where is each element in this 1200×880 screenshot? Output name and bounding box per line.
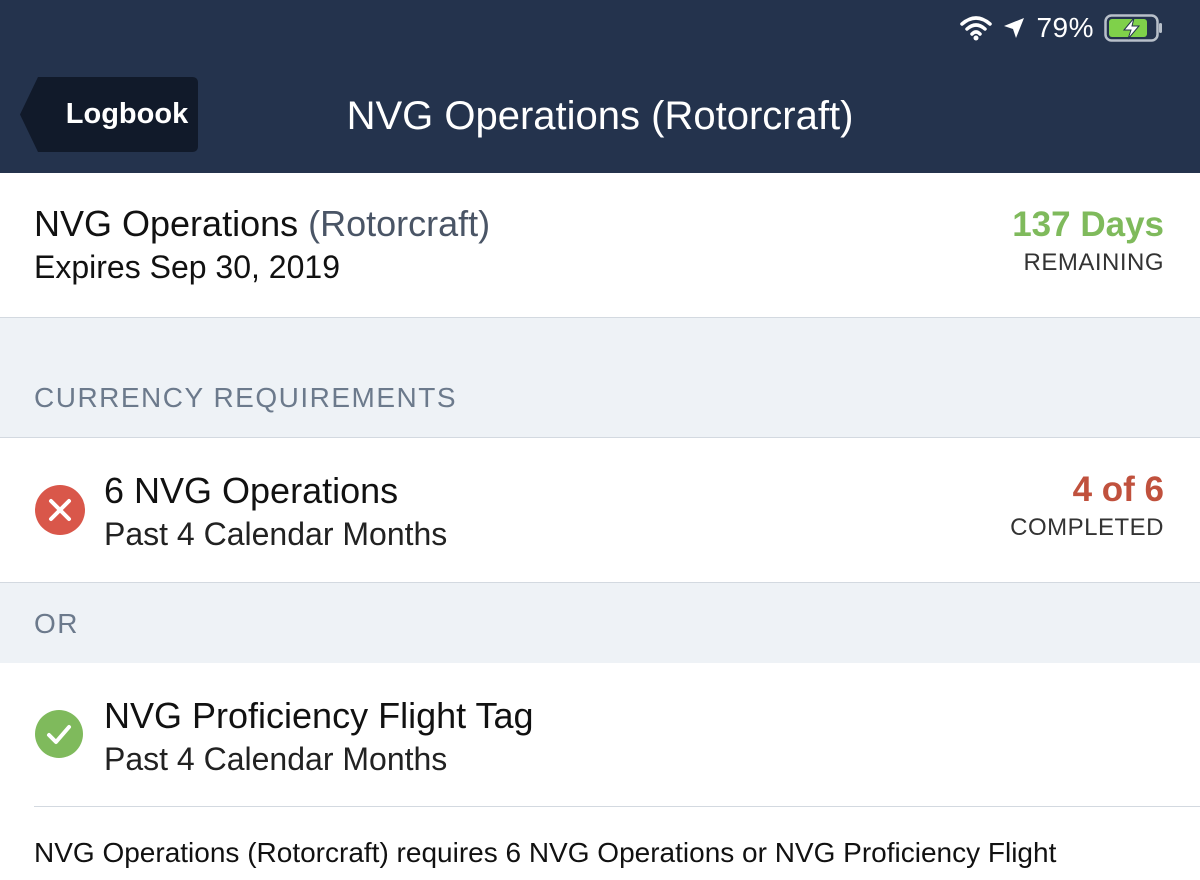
check-icon (35, 710, 83, 763)
back-button[interactable]: Logbook (20, 77, 198, 152)
or-separator: OR (0, 582, 1200, 664)
requirement-subtitle: Past 4 Calendar Months (104, 516, 448, 552)
wifi-icon (960, 15, 993, 41)
currency-category: (Rotorcraft) (308, 203, 491, 244)
requirement-description: NVG Operations (Rotorcraft) requires 6 N… (34, 837, 1057, 868)
requirement-row[interactable]: NVG Proficiency Flight Tag Past 4 Calend… (0, 663, 1200, 806)
location-arrow-icon (1002, 16, 1026, 40)
requirement-title: 6 NVG Operations (104, 470, 399, 511)
navigation-bar: 79% Logbook NVG Operations (Rotorcraft) (0, 0, 1200, 173)
requirement-subtitle: Past 4 Calendar Months (104, 741, 448, 777)
failed-x-icon (35, 485, 85, 540)
battery-percent: 79% (1036, 12, 1094, 43)
currency-name: NVG Operations (Rotorcraft) (34, 203, 490, 245)
status-bar: 79% (960, 10, 1164, 46)
requirement-progress-label: COMPLETED (1010, 514, 1164, 541)
requirement-progress: 4 of 6 (1072, 470, 1164, 509)
section-header-label: CURRENCY REQUIREMENTS (34, 382, 458, 413)
or-label: OR (34, 608, 79, 639)
back-button-label: Logbook (65, 98, 189, 130)
currency-summary: NVG Operations (Rotorcraft) Expires Sep … (0, 173, 1200, 318)
days-remaining-value: 137 Days (1012, 205, 1164, 244)
expiration-date: Expires Sep 30, 2019 (34, 249, 340, 285)
days-remaining-label: REMAINING (1023, 249, 1164, 276)
currency-requirements-header: CURRENCY REQUIREMENTS (0, 318, 1200, 438)
currency-name-main: NVG Operations (34, 203, 299, 244)
requirement-row[interactable]: 6 NVG Operations Past 4 Calendar Months … (0, 438, 1200, 582)
battery-charging-icon (1104, 14, 1164, 42)
divider (34, 806, 1200, 807)
requirement-title: NVG Proficiency Flight Tag (104, 695, 534, 736)
